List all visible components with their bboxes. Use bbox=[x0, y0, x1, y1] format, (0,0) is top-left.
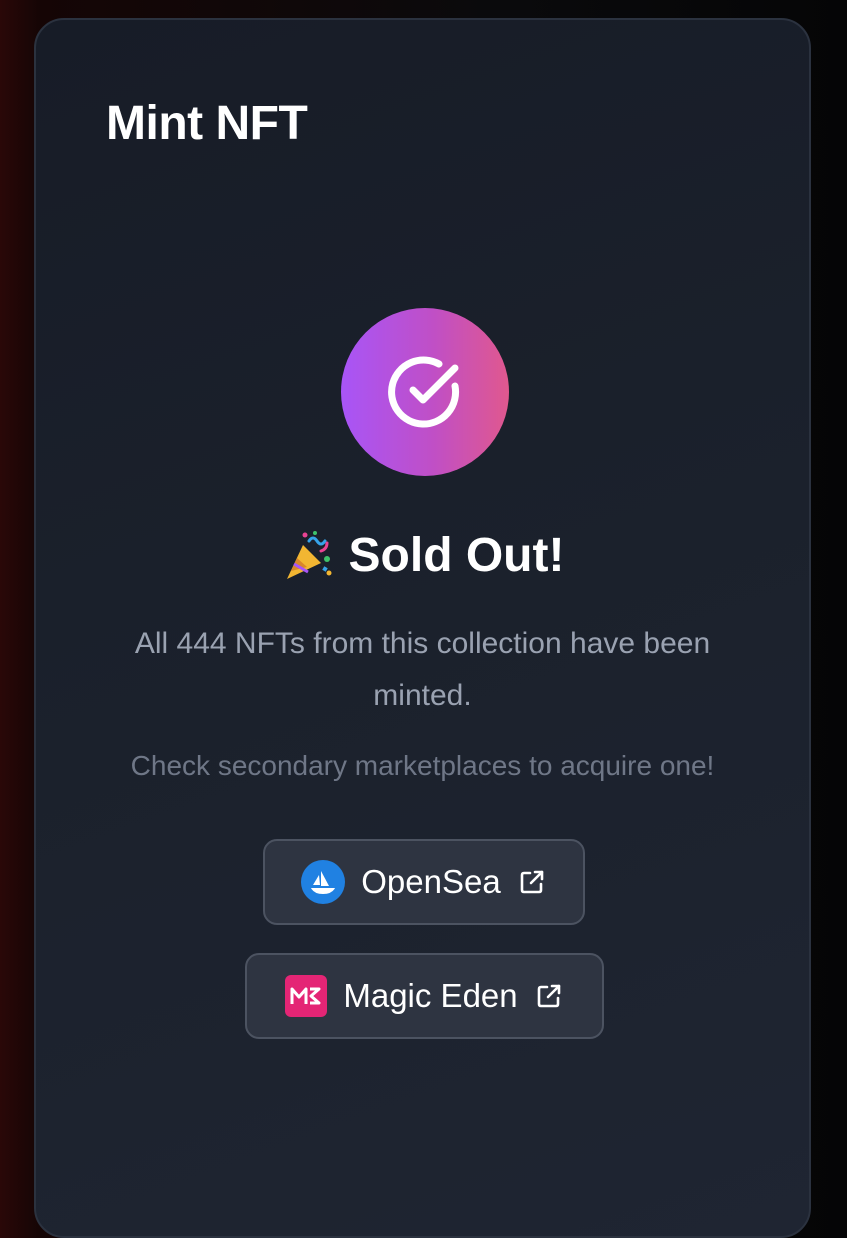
magic-eden-logo-icon bbox=[285, 975, 328, 1017]
magic-eden-label: Magic Eden bbox=[343, 977, 518, 1014]
sold-out-description: All 444 NFTs from this collection have b… bbox=[134, 627, 711, 712]
opensea-logo-icon bbox=[301, 860, 346, 904]
secondary-market-hint: Check secondary marketplaces to acquire … bbox=[130, 750, 715, 781]
opensea-label: OpenSea bbox=[361, 863, 501, 900]
external-link-icon bbox=[534, 981, 564, 1011]
magic-eden-button[interactable]: Magic Eden bbox=[245, 953, 604, 1039]
sold-out-heading-row: Sold Out! bbox=[36, 528, 809, 583]
check-circle-icon bbox=[341, 308, 509, 476]
card-title: Mint NFT bbox=[106, 97, 308, 150]
mint-card: Mint NFT Sold Out! All 444 NFTs from thi… bbox=[34, 18, 811, 1238]
opensea-button[interactable]: OpenSea bbox=[263, 839, 585, 925]
external-link-icon bbox=[517, 867, 547, 897]
party-popper-icon bbox=[281, 529, 335, 583]
sold-out-heading: Sold Out! bbox=[348, 529, 565, 582]
